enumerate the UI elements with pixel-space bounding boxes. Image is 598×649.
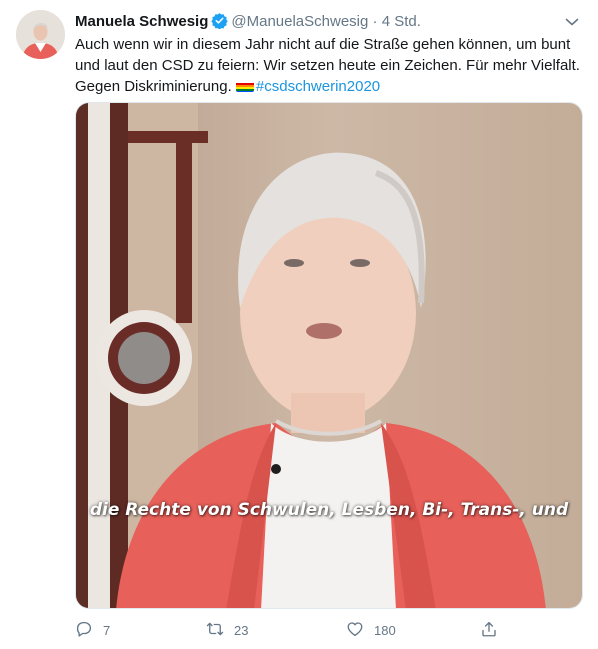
reply-button[interactable]: 7 <box>75 620 110 640</box>
tweet-text: Auch wenn wir in diesem Jahr nicht auf d… <box>75 34 585 97</box>
rainbow-flag-icon <box>235 80 254 92</box>
hashtag-link[interactable]: #csdschwerin2020 <box>256 78 380 95</box>
retweet-icon <box>206 620 234 641</box>
video-frame <box>76 103 582 608</box>
share-icon <box>480 620 508 641</box>
verified-badge-icon <box>211 12 229 35</box>
like-button[interactable]: 180 <box>346 620 396 640</box>
author-handle[interactable]: @ManuelaSchwesig <box>231 13 368 30</box>
retweet-button[interactable]: 23 <box>206 620 248 640</box>
reply-icon <box>75 620 103 641</box>
tweet-actions: 7 23 180 <box>75 620 585 640</box>
tweet-header: Manuela Schwesig @ManuelaSchwesig · 4 Std… <box>75 12 582 32</box>
like-count: 180 <box>374 622 396 638</box>
video-subtitle: die Rechte von Schwulen, Lesben, Bi-, Tr… <box>89 500 569 520</box>
retweet-count: 23 <box>234 622 249 638</box>
tweet-timestamp[interactable]: 4 Std. <box>382 13 421 30</box>
reply-count: 7 <box>103 622 111 638</box>
share-button[interactable] <box>480 620 508 640</box>
video-player[interactable]: die Rechte von Schwulen, Lesben, Bi-, Tr… <box>75 102 583 609</box>
like-icon <box>346 620 374 641</box>
author-name[interactable]: Manuela Schwesig <box>75 13 208 30</box>
separator-dot: · <box>372 13 378 30</box>
avatar[interactable] <box>16 10 65 59</box>
chevron-down-icon[interactable] <box>562 12 582 32</box>
